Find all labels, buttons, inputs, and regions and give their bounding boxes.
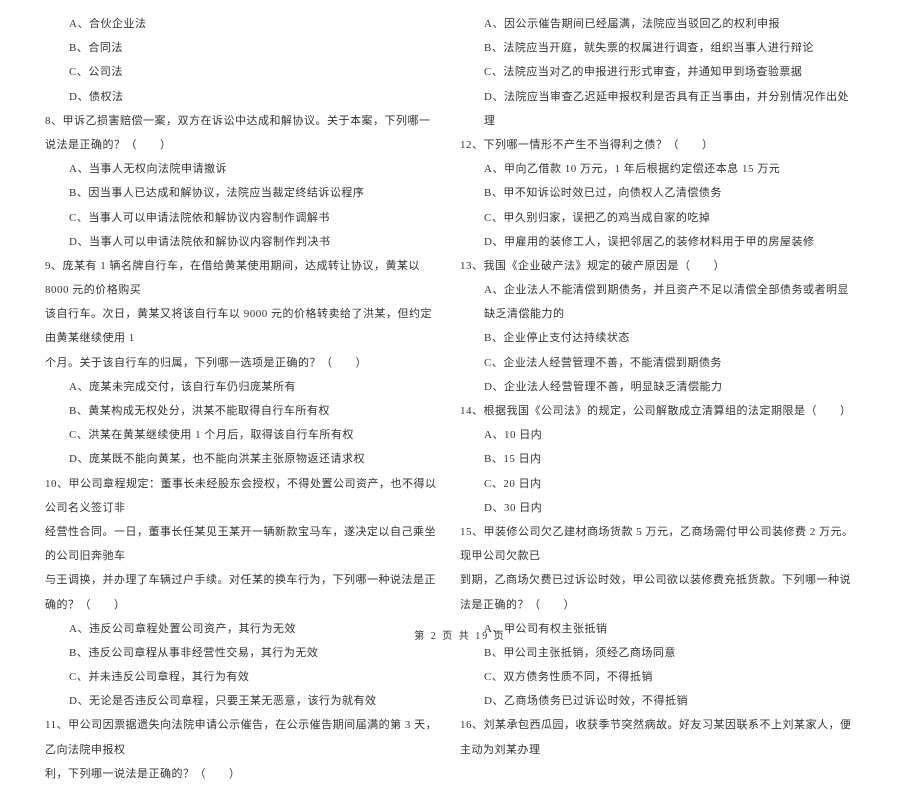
option: A、甲向乙借款 10 万元，1 年后根据约定偿还本息 15 万元 [460,157,855,181]
option: A、企业法人不能清偿到期债务，并且资产不足以清偿全部债务或者明显缺乏清偿能力的 [460,278,855,326]
option: B、合同法 [45,36,440,60]
option: D、企业法人经营管理不善，明显缺乏清偿能力 [460,375,855,399]
option: B、因当事人已达成和解协议，法院应当裁定终结诉讼程序 [45,181,440,205]
question-10: 10、甲公司章程规定：董事长未经股东会授权，不得处置公司资产，也不得以公司名义签… [45,472,440,520]
option: A、庞某未完成交付，该自行车仍归庞某所有 [45,375,440,399]
option: D、债权法 [45,85,440,109]
right-column: A、因公示催告期间已经届满，法院应当驳回乙的权利申报 B、法院应当开庭，就失票的… [460,12,875,620]
option: A、当事人无权向法院申请撤诉 [45,157,440,181]
option: A、10 日内 [460,423,855,447]
option: C、公司法 [45,60,440,84]
question-15-cont: 到期，乙商场欠费已过诉讼时效，甲公司欲以装修费充抵货款。下列哪一种说法是正确的？… [460,568,855,616]
question-14: 14、根据我国《公司法》的规定，公司解散成立清算组的法定期限是（ ） [460,399,855,423]
exam-page: A、合伙企业法 B、合同法 C、公司法 D、债权法 8、甲诉乙损害赔偿一案，双方… [0,0,920,650]
question-16: 16、刘某承包西瓜园，收获季节突然病故。好友习某因联系不上刘某家人，便主动为刘某… [460,713,855,761]
option: C、洪某在黄某继续使用 1 个月后，取得该自行车所有权 [45,423,440,447]
option: B、黄某构成无权处分，洪某不能取得自行车所有权 [45,399,440,423]
page-footer: 第 2 页 共 19 页 [0,627,920,642]
question-13: 13、我国《企业破产法》规定的破产原因是（ ） [460,254,855,278]
option: B、甲公司主张抵销，须经乙商场同意 [460,641,855,665]
option: D、无论是否违反公司章程，只要王某无恶意，该行为就有效 [45,689,440,713]
question-15: 15、甲装修公司欠乙建材商场货款 5 万元，乙商场需付甲公司装修费 2 万元。现… [460,520,855,568]
question-9-cont: 个月。关于该自行车的归属，下列哪一选项是正确的？（ ） [45,351,440,375]
option: C、并未违反公司章程，其行为有效 [45,665,440,689]
left-column: A、合伙企业法 B、合同法 C、公司法 D、债权法 8、甲诉乙损害赔偿一案，双方… [45,12,460,620]
option: C、20 日内 [460,472,855,496]
option: D、法院应当审查乙迟延申报权利是否具有正当事由，并分别情况作出处理 [460,85,855,133]
option: B、违反公司章程从事非经营性交易，其行为无效 [45,641,440,665]
option: D、甲雇用的装修工人，误把邻居乙的装修材料用于甲的房屋装修 [460,230,855,254]
question-10-cont: 与王调换，并办理了车辆过户手续。对任某的换车行为，下列哪一种说法是正确的？（ ） [45,568,440,616]
question-9-cont: 该自行车。次日，黄某又将该自行车以 9000 元的价格转卖给了洪某，但约定由黄某… [45,302,440,350]
question-8: 8、甲诉乙损害赔偿一案，双方在诉讼中达成和解协议。关于本案，下列哪一说法是正确的… [45,109,440,157]
question-11: 11、甲公司因票据遗失向法院申请公示催告，在公示催告期间届满的第 3 天，乙向法… [45,713,440,761]
option: C、当事人可以申请法院依和解协议内容制作调解书 [45,206,440,230]
question-11-cont: 利，下列哪一说法是正确的？（ ） [45,762,440,786]
option: B、法院应当开庭，就失票的权属进行调查，组织当事人进行辩论 [460,36,855,60]
option: A、合伙企业法 [45,12,440,36]
option: B、甲不知诉讼时效已过，向债权人乙清偿债务 [460,181,855,205]
option: A、因公示催告期间已经届满，法院应当驳回乙的权利申报 [460,12,855,36]
option: B、企业停止支付达持续状态 [460,326,855,350]
question-10-cont: 经营性合同。一日，董事长任某见王某开一辆新款宝马车，遂决定以自己乘坐的公司旧奔驰… [45,520,440,568]
option: D、乙商场债务已过诉讼时效，不得抵销 [460,689,855,713]
option: C、甲久别归家，误把乙的鸡当成自家的吃掉 [460,206,855,230]
option: D、当事人可以申请法院依和解协议内容制作判决书 [45,230,440,254]
option: D、30 日内 [460,496,855,520]
question-9: 9、庞某有 1 辆名牌自行车，在借给黄某使用期间，达成转让协议，黄某以 8000… [45,254,440,302]
option: C、法院应当对乙的申报进行形式审查，并通知甲到场查验票据 [460,60,855,84]
option: C、企业法人经营管理不善，不能清偿到期债务 [460,351,855,375]
option: B、15 日内 [460,447,855,471]
question-12: 12、下列哪一情形不产生不当得利之债？（ ） [460,133,855,157]
option: D、庞某既不能向黄某，也不能向洪某主张原物返还请求权 [45,447,440,471]
option: C、双方债务性质不同，不得抵销 [460,665,855,689]
